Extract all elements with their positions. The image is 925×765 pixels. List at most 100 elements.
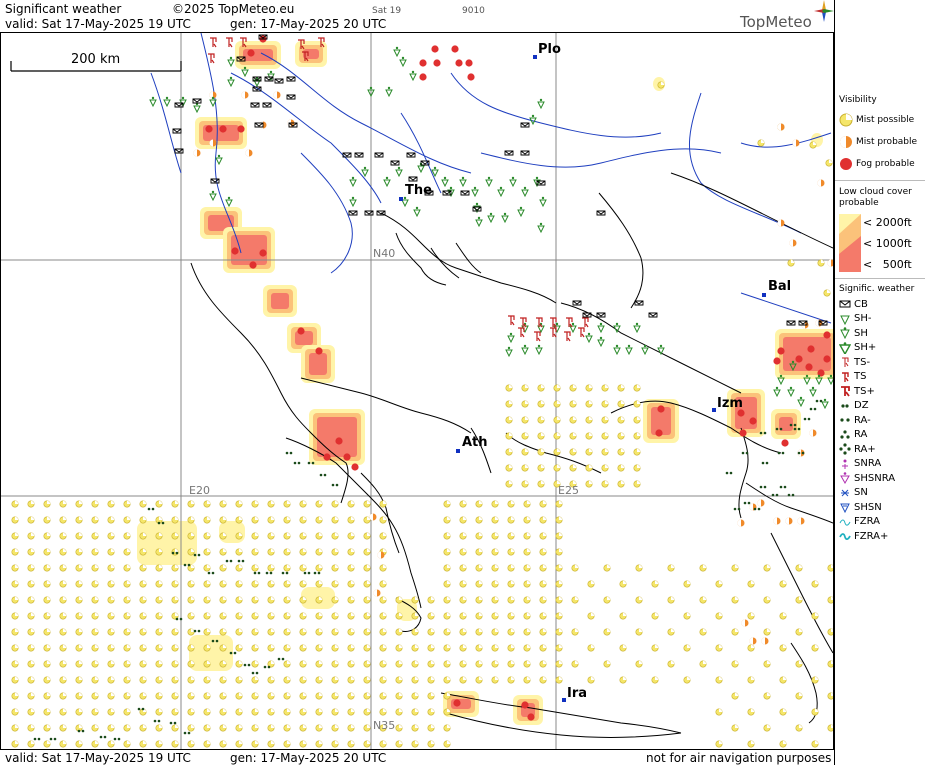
mist-possible-mark xyxy=(603,596,611,604)
mist-possible-mark xyxy=(251,516,259,524)
mist-possible-mark xyxy=(347,644,355,652)
mist-possible-mark xyxy=(139,596,147,604)
mist-possible-mark xyxy=(379,596,387,604)
mist-possible-mark xyxy=(299,692,307,700)
city-label-ath: Ath xyxy=(462,435,488,450)
drizzle-mark xyxy=(743,501,751,505)
mist-probable-mark xyxy=(777,219,785,227)
mist-possible-mark xyxy=(811,612,819,620)
mist-possible-mark xyxy=(363,500,371,508)
mist-possible-mark xyxy=(363,660,371,668)
drizzle-mark xyxy=(285,451,293,455)
weather-map[interactable]: 200 km Plo The Bal Izm Ath Ira N40 N35 E… xyxy=(0,32,834,750)
mist-possible-mark xyxy=(283,692,291,700)
sigwx-dz-icon xyxy=(841,403,849,408)
shower-mark xyxy=(399,56,407,68)
mist-possible-mark xyxy=(91,708,99,716)
cb-mark xyxy=(520,150,530,156)
mist-possible-mark xyxy=(75,516,83,524)
cb-mark xyxy=(504,150,514,156)
shower-mark xyxy=(349,176,357,188)
mist-possible-mark xyxy=(683,580,691,588)
drizzle-mark xyxy=(741,451,749,455)
mist-possible-mark xyxy=(787,259,795,267)
shower-mark xyxy=(163,96,171,108)
mist-possible-mark xyxy=(107,692,115,700)
mist-possible-mark xyxy=(43,708,51,716)
mist-possible-mark xyxy=(299,548,307,556)
mist-possible-mark xyxy=(379,676,387,684)
mist-possible-mark xyxy=(475,628,483,636)
drizzle-mark xyxy=(113,737,121,741)
fog-probable-mark xyxy=(431,45,439,53)
mist-possible-mark xyxy=(521,448,529,456)
mist-possible-mark xyxy=(443,580,451,588)
mist-possible-mark xyxy=(219,628,227,636)
mist-possible-mark xyxy=(235,676,243,684)
mist-possible-mark xyxy=(123,692,131,700)
mist-possible-mark xyxy=(555,660,563,668)
mist-possible-mark xyxy=(139,692,147,700)
mist-possible-mark xyxy=(251,692,259,700)
mist-possible-mark xyxy=(59,628,67,636)
mist-possible-mark xyxy=(75,660,83,668)
mist-possible-mark xyxy=(187,628,195,636)
drizzle-mark xyxy=(319,473,327,477)
mist-possible-mark xyxy=(219,740,227,748)
drizzle-mark xyxy=(99,735,107,739)
shower-mark xyxy=(539,196,547,208)
legend-sigwx-fzra: FZRA xyxy=(839,516,880,528)
mist-possible-mark xyxy=(347,676,355,684)
mist-possible-mark xyxy=(667,660,675,668)
mist-possible-mark xyxy=(219,532,227,540)
mist-possible-mark xyxy=(171,564,179,572)
mist-possible-mark xyxy=(315,500,323,508)
mist-possible-mark xyxy=(443,532,451,540)
cb-mark xyxy=(274,78,284,84)
mist-possible-mark xyxy=(379,660,387,668)
city-dot xyxy=(399,197,403,201)
mist-possible-mark xyxy=(491,500,499,508)
legend-mist-possible: Mist possible xyxy=(839,113,914,127)
mist-possible-mark xyxy=(491,532,499,540)
mist-possible-mark xyxy=(379,628,387,636)
drizzle-mark xyxy=(733,507,741,511)
grid-label-e25: E25 xyxy=(558,484,579,497)
sigwx-sh--icon xyxy=(840,315,850,325)
mist-possible-mark xyxy=(331,708,339,716)
fog-probable-mark xyxy=(419,59,427,67)
mist-possible-mark xyxy=(107,548,115,556)
mist-possible-mark xyxy=(443,516,451,524)
mist-possible-mark xyxy=(747,612,755,620)
mist-possible-mark xyxy=(811,676,819,684)
mist-possible-mark xyxy=(155,724,163,732)
drizzle-mark xyxy=(331,483,339,487)
mist-probable-mark xyxy=(245,149,253,157)
mist-possible-mark xyxy=(171,644,179,652)
mist-possible-mark xyxy=(315,692,323,700)
mist-possible-mark xyxy=(475,676,483,684)
mist-possible-mark xyxy=(539,548,547,556)
shower-mark xyxy=(509,176,517,188)
fog-probable-mark xyxy=(805,363,813,371)
mist-possible-mark xyxy=(475,564,483,572)
mist-possible-mark xyxy=(715,708,723,716)
mist-possible-mark xyxy=(43,660,51,668)
mist-probable-mark xyxy=(785,517,793,525)
mist-possible-mark xyxy=(363,740,371,748)
mist-possible-mark xyxy=(187,612,195,620)
mist-possible-mark xyxy=(491,676,499,684)
mist-possible-mark xyxy=(171,532,179,540)
mist-possible-mark xyxy=(123,740,131,748)
mist-possible-mark xyxy=(505,432,513,440)
mist-possible-mark xyxy=(123,612,131,620)
mist-possible-mark xyxy=(617,384,625,392)
mist-possible-mark xyxy=(699,660,707,668)
sigwx-ts+-icon xyxy=(841,386,850,397)
mist-possible-mark xyxy=(537,416,545,424)
mist-possible-mark xyxy=(267,740,275,748)
mist-possible-mark xyxy=(763,564,771,572)
mist-possible-mark xyxy=(363,596,371,604)
mist-possible-mark xyxy=(91,548,99,556)
mist-possible-mark xyxy=(43,628,51,636)
